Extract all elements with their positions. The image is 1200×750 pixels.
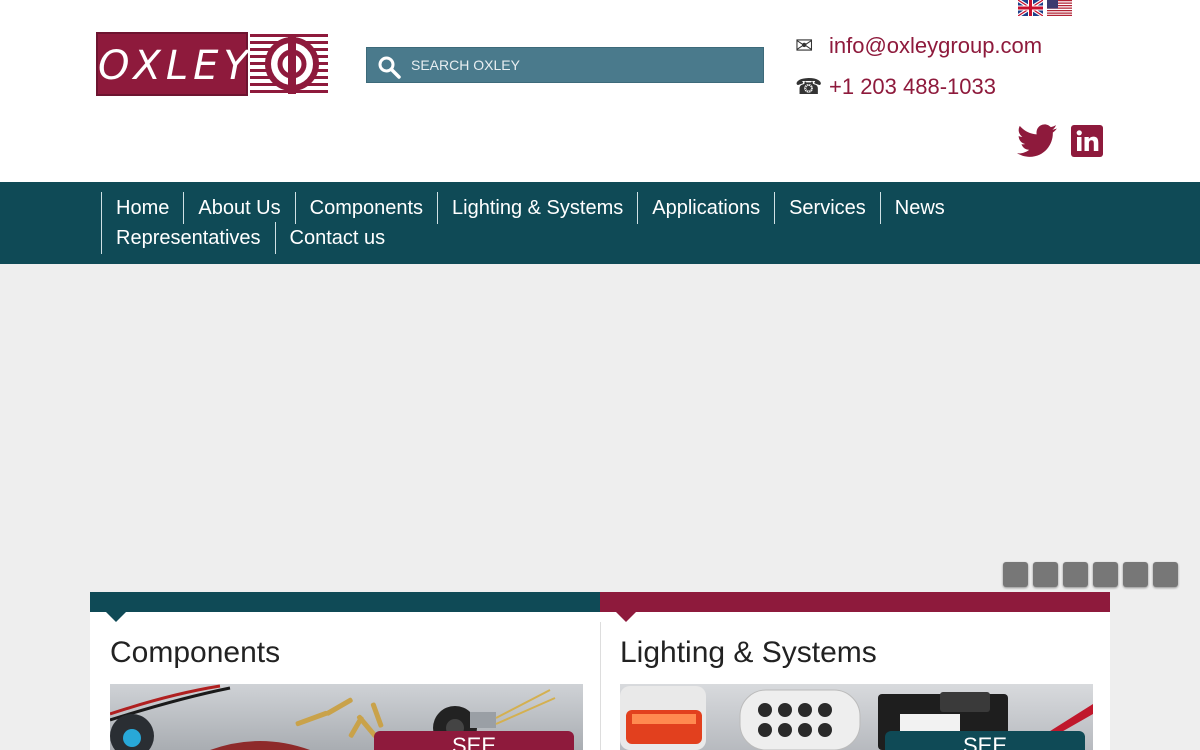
telephone-icon: ☎ (795, 74, 823, 100)
see-components-button[interactable]: SEE (374, 731, 574, 750)
linkedin-glyph-icon (1076, 130, 1099, 151)
nav-item-contact-us[interactable]: Contact us (274, 222, 400, 254)
oxley-logo[interactable]: OXLEY (96, 32, 328, 96)
card-header-bar (90, 592, 600, 612)
card-notch (616, 612, 636, 622)
logo-box: OXLEY (96, 32, 248, 96)
nav-item-applications[interactable]: Applications (637, 192, 774, 224)
nav-item-representatives[interactable]: Representatives (101, 222, 275, 254)
slider-dot[interactable] (1153, 562, 1178, 587)
twitter-icon[interactable] (1017, 124, 1057, 158)
nav-item-home[interactable]: Home (101, 192, 183, 224)
linkedin-icon[interactable] (1071, 125, 1103, 157)
main-navigation: Home About Us Components Lighting & Syst… (0, 182, 1200, 264)
search-icon[interactable] (377, 55, 401, 79)
slider-dot[interactable] (1003, 562, 1028, 587)
nav-item-news[interactable]: News (879, 192, 959, 224)
components-card: Components SEE (90, 592, 600, 750)
slider-dot[interactable] (1063, 562, 1088, 587)
uk-flag-icon[interactable] (1018, 0, 1043, 16)
site-header: OXLEY SEARCH OXLEY ✉ info@oxleygroup.com… (0, 0, 1200, 182)
lighting-systems-card: Lighting & Systems SEE (600, 592, 1110, 750)
see-lighting-systems-button[interactable]: SEE (885, 731, 1085, 750)
contact-phone: ☎ +1 203 488-1033 (795, 72, 996, 102)
email-link[interactable]: info@oxleygroup.com (829, 33, 1042, 59)
card-notch (106, 612, 126, 622)
card-header-bar (600, 592, 1110, 612)
search-bar (366, 47, 764, 83)
card-divider (600, 622, 601, 750)
slider-pagination (1003, 562, 1183, 587)
card-title: Components (110, 636, 281, 669)
logo-text: OXLEY (98, 43, 253, 89)
nav-row-2: Representatives Contact us (101, 222, 399, 254)
us-flag-icon[interactable] (1047, 0, 1072, 16)
contact-email: ✉ info@oxleygroup.com (795, 31, 1042, 61)
slider-dot[interactable] (1123, 562, 1148, 587)
language-flags (1018, 0, 1074, 17)
slider-dot[interactable] (1093, 562, 1118, 587)
phone-link[interactable]: +1 203 488-1033 (829, 74, 996, 100)
envelope-icon: ✉ (795, 33, 814, 59)
nav-item-about-us[interactable]: About Us (183, 192, 294, 224)
card-title: Lighting & Systems (620, 636, 877, 669)
slider-dot[interactable] (1033, 562, 1058, 587)
logo-mark-icon (250, 34, 328, 94)
search-input[interactable] (411, 48, 751, 82)
nav-item-components[interactable]: Components (294, 192, 437, 224)
nav-item-services[interactable]: Services (774, 192, 880, 224)
nav-row-1: Home About Us Components Lighting & Syst… (101, 192, 959, 224)
nav-item-lighting-systems[interactable]: Lighting & Systems (437, 192, 637, 224)
